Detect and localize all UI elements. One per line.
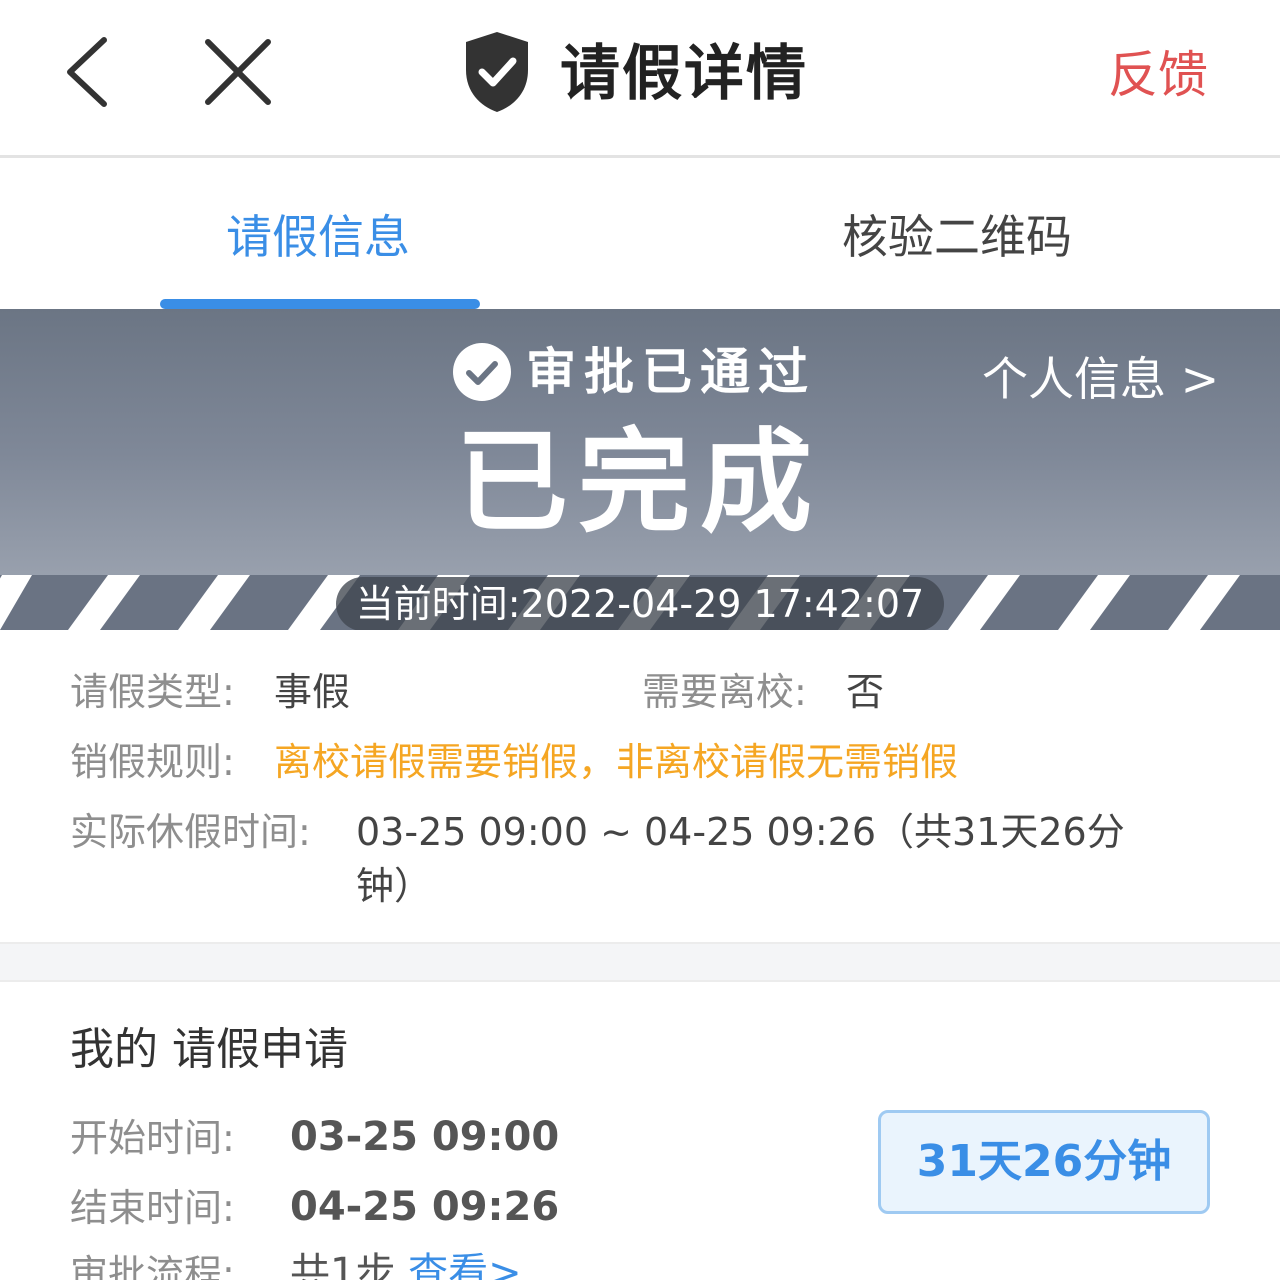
shield-check-icon	[462, 30, 532, 114]
leave-info-section: 请假类型: 事假 需要离校: 否 销假规则: 离校请假需要销假，非离校请假无需销…	[0, 630, 1280, 942]
end-time-value: 04-25 09:26	[290, 1184, 560, 1230]
leave-application-section: 我的 请假申请 开始时间: 03-25 09:00 结束时间: 04-25 09…	[0, 982, 1280, 1280]
check-circle-icon	[453, 343, 511, 401]
feedback-button[interactable]: 反馈	[1108, 42, 1208, 108]
tab-verify-qrcode[interactable]: 核验二维码	[842, 207, 1072, 267]
process-label: 审批流程:	[70, 1252, 235, 1280]
process-steps: 共1步	[290, 1250, 396, 1280]
tab-bar: 请假信息 核验二维码	[0, 161, 1280, 309]
page-title: 请假详情	[560, 39, 808, 109]
section-divider	[0, 942, 1280, 982]
actual-time-value: 03-25 09:00 ~ 04-25 09:26（共31天26分	[356, 810, 1125, 854]
approval-status-label: 审批已通过	[526, 343, 816, 401]
status-banner: 审批已通过 个人信息 > 已完成 当前时间:2022-04-29 17:42:0…	[0, 309, 1280, 630]
end-time-label: 结束时间:	[70, 1186, 235, 1230]
current-time-badge: 当前时间:2022-04-29 17:42:07	[336, 577, 944, 630]
approval-status: 审批已通过	[452, 339, 816, 405]
view-process-link[interactable]: 查看>	[408, 1250, 522, 1280]
leave-type-label: 请假类型:	[70, 670, 235, 714]
duration-badge: 31天26分钟	[878, 1110, 1210, 1214]
personal-info-link[interactable]: 个人信息 >	[982, 349, 1219, 409]
section-title: 我的 请假申请	[70, 1024, 348, 1075]
tab-leave-info[interactable]: 请假信息	[226, 207, 410, 267]
process-value: 共1步 查看>	[290, 1245, 522, 1280]
actual-time-value-cont: 钟）	[356, 864, 433, 908]
active-tab-indicator	[160, 299, 480, 309]
leave-school-label: 需要离校:	[642, 670, 807, 714]
chevron-left-icon[interactable]	[58, 34, 118, 110]
close-icon[interactable]	[200, 36, 276, 108]
actual-time-label: 实际休假时间:	[70, 810, 311, 854]
leave-school-value: 否	[846, 670, 885, 714]
leave-type-value: 事假	[274, 670, 351, 714]
top-navigation-bar: 请假详情 反馈	[0, 0, 1280, 158]
start-time-value: 03-25 09:00	[290, 1114, 560, 1160]
cancel-rule-label: 销假规则:	[70, 740, 235, 784]
start-time-label: 开始时间:	[70, 1116, 235, 1160]
cancel-rule-value: 离校请假需要销假，非离校请假无需销假	[274, 740, 959, 784]
completion-status: 已完成	[456, 418, 822, 548]
